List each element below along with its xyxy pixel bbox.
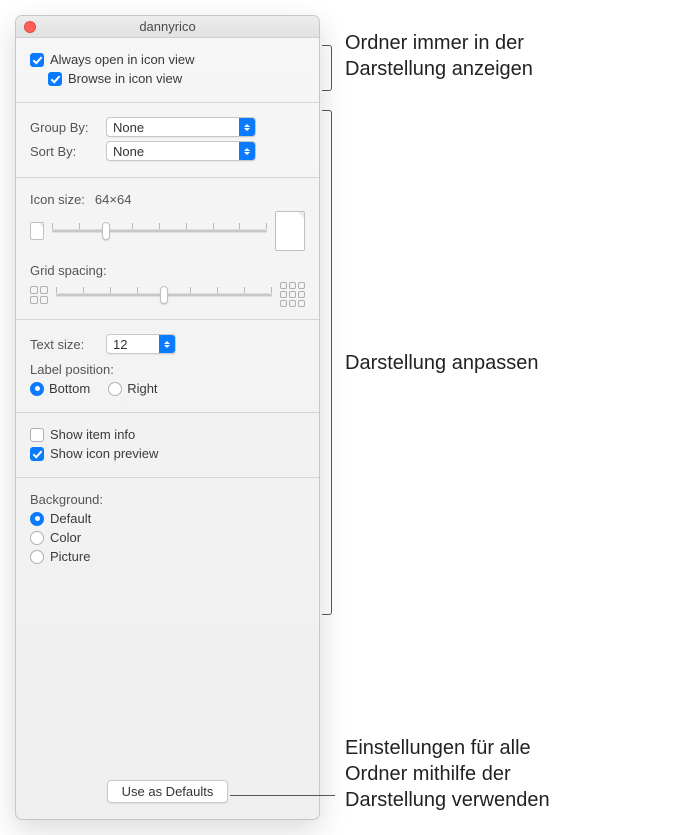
section-show-options: Show item info Show icon preview	[16, 413, 319, 478]
annotation-top: Ordner immer in der Darstellung anzeigen	[345, 30, 533, 82]
background-picture-label: Picture	[50, 549, 90, 564]
label-bottom-text: Bottom	[49, 381, 90, 396]
label-position-label: Label position:	[30, 362, 114, 377]
annotation-bracket-middle	[322, 110, 332, 615]
window-title: dannyrico	[16, 19, 319, 34]
always-open-label: Always open in icon view	[50, 52, 195, 67]
grid-dense-icon	[280, 282, 305, 307]
annotation-bottom: Einstellungen für alle Ordner mithilfe d…	[345, 735, 550, 813]
browse-label: Browse in icon view	[68, 71, 182, 86]
doc-large-icon	[275, 211, 305, 251]
sort-by-select[interactable]: None	[106, 141, 256, 161]
text-size-label: Text size:	[30, 337, 100, 352]
sort-by-value: None	[107, 144, 239, 159]
icon-size-slider[interactable]	[52, 221, 267, 241]
section-group-sort: Group By: None Sort By: None	[16, 103, 319, 178]
show-item-info-label: Show item info	[50, 427, 135, 442]
background-picture-radio[interactable]	[30, 550, 44, 564]
section-sizes: Icon size: 64×64 Grid spacing:	[16, 178, 319, 320]
icon-size-label: Icon size:	[30, 192, 85, 207]
label-bottom-radio[interactable]	[30, 382, 44, 396]
chevron-updown-icon	[239, 142, 255, 160]
use-as-defaults-button[interactable]: Use as Defaults	[107, 780, 229, 803]
grid-spacing-label: Grid spacing:	[30, 263, 107, 278]
show-icon-preview-label: Show icon preview	[50, 446, 158, 461]
text-size-value: 12	[107, 337, 159, 352]
background-default-radio[interactable]	[30, 512, 44, 526]
group-by-value: None	[107, 120, 239, 135]
sort-by-label: Sort By:	[30, 144, 100, 159]
titlebar[interactable]: dannyrico	[16, 16, 319, 38]
group-by-select[interactable]: None	[106, 117, 256, 137]
always-open-checkbox[interactable]	[30, 53, 44, 67]
background-color-radio[interactable]	[30, 531, 44, 545]
show-icon-preview-checkbox[interactable]	[30, 447, 44, 461]
show-item-info-checkbox[interactable]	[30, 428, 44, 442]
annotation-bracket-top	[322, 45, 332, 91]
grid-spacing-slider[interactable]	[56, 285, 272, 305]
background-label: Background:	[30, 492, 103, 507]
section-text-label: Text size: 12 Label position: Bottom Rig…	[16, 320, 319, 413]
text-size-select[interactable]: 12	[106, 334, 176, 354]
background-default-label: Default	[50, 511, 91, 526]
doc-small-icon	[30, 222, 44, 240]
view-options-window: dannyrico Always open in icon view Brows…	[15, 15, 320, 820]
annotation-leader-bottom	[230, 795, 335, 796]
icon-size-value: 64×64	[95, 192, 132, 207]
label-right-text: Right	[127, 381, 157, 396]
chevron-updown-icon	[239, 118, 255, 136]
annotation-middle: Darstellung anpassen	[345, 350, 538, 376]
grid-sparse-icon	[30, 286, 48, 304]
background-color-label: Color	[50, 530, 81, 545]
browse-checkbox[interactable]	[48, 72, 62, 86]
section-background: Background: Default Color Picture	[16, 478, 319, 580]
group-by-label: Group By:	[30, 120, 100, 135]
section-icon-view: Always open in icon view Browse in icon …	[16, 38, 319, 103]
label-right-radio[interactable]	[108, 382, 122, 396]
chevron-updown-icon	[159, 335, 175, 353]
